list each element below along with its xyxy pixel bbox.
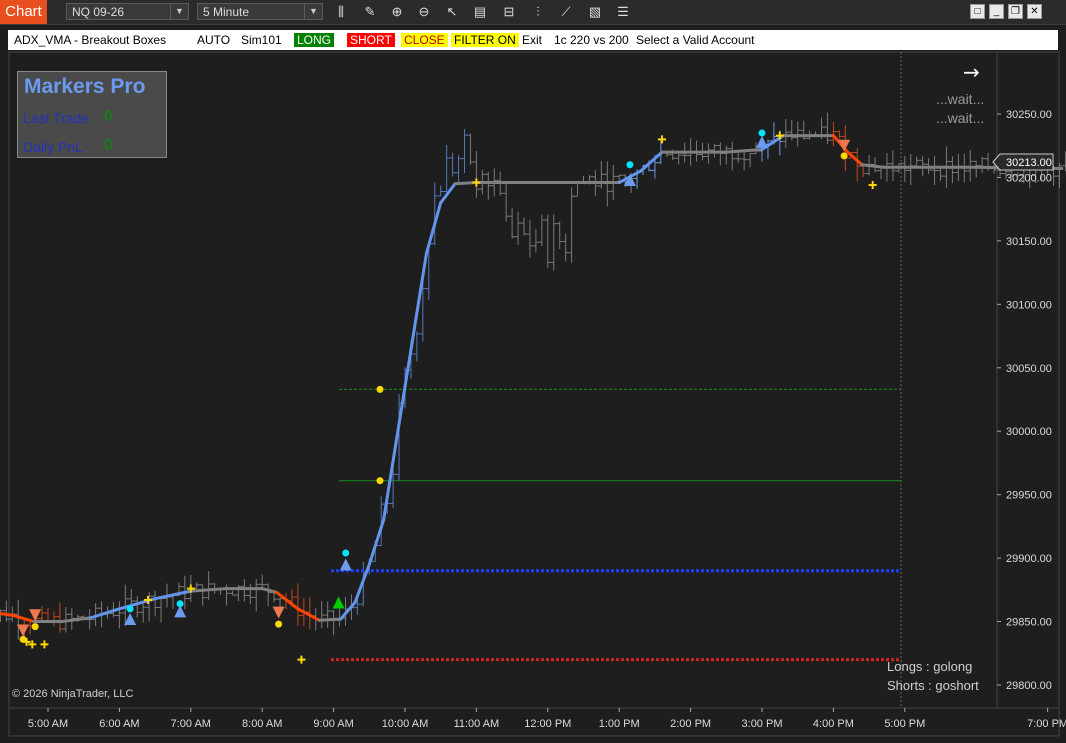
- strategy-account: Sim101: [241, 33, 282, 47]
- minimize-button[interactable]: _: [989, 4, 1004, 19]
- chart-toolbar: Chart NQ 09-26 ▼ 5 Minute ▼ ⫼ ✎ ⊕ ⊖ ↖ ▤ …: [0, 0, 1066, 25]
- current-price-flag: 30213.00: [992, 153, 1054, 171]
- account-prompt[interactable]: Select a Valid Account: [636, 33, 755, 47]
- x-tick-label: 7:00 AM: [171, 718, 211, 730]
- y-tick-label: 29900.00: [1006, 553, 1052, 565]
- chevron-down-icon[interactable]: ▼: [304, 4, 322, 19]
- arrow-right-icon[interactable]: →: [963, 60, 980, 84]
- markers-pro-panel: Markers Pro Last Trade 0 Daily PnL 0: [17, 71, 167, 158]
- shorts-label: Shorts : goshort: [887, 678, 979, 693]
- y-tick-label: 30050.00: [1006, 363, 1052, 375]
- properties-icon[interactable]: ▧: [586, 3, 604, 21]
- close-window-button[interactable]: ✕: [1027, 4, 1042, 19]
- x-tick-label: 12:00 PM: [524, 718, 571, 730]
- entry-dot: [626, 161, 634, 169]
- current-price-label: 30213.00: [1006, 157, 1052, 169]
- x-tick-label: 7:00 PM: [1027, 718, 1066, 730]
- instrument-selector[interactable]: NQ 09-26 ▼: [66, 3, 189, 20]
- entry-dot: [342, 549, 350, 557]
- x-tick-label: 3:00 PM: [742, 718, 783, 730]
- entry-dot: [31, 623, 39, 631]
- daily-pnl-label: Daily PnL: [23, 139, 83, 155]
- strategy-name: ADX_VMA - Breakout Boxes: [14, 33, 167, 47]
- chart-trader-icon[interactable]: ⊟: [500, 3, 518, 21]
- filter-button[interactable]: FILTER ON: [451, 33, 519, 47]
- chevron-down-icon[interactable]: ▼: [170, 4, 188, 19]
- y-tick-label: 29950.00: [1006, 490, 1052, 502]
- daily-pnl-value: 0: [104, 137, 113, 154]
- bar-style-icon[interactable]: ⫼: [332, 3, 350, 21]
- wait-label-2: ...wait...: [936, 110, 984, 126]
- entry-dot: [176, 600, 184, 608]
- x-tick-label: 11:00 AM: [454, 718, 500, 730]
- x-tick-label: 9:00 AM: [313, 718, 353, 730]
- entry-dot: [126, 605, 134, 613]
- close-button[interactable]: CLOSE: [401, 33, 448, 47]
- timeframe-value: 5 Minute: [203, 5, 250, 19]
- y-tick-label: 29800.00: [1006, 680, 1052, 692]
- strategies-icon[interactable]: ⟋: [557, 3, 575, 21]
- y-tick-label: 30000.00: [1006, 426, 1052, 438]
- exit-button[interactable]: Exit: [522, 33, 542, 47]
- restore-window-button[interactable]: □: [970, 4, 985, 19]
- zoom-out-icon[interactable]: ⊖: [415, 3, 433, 21]
- y-tick-label: 30100.00: [1006, 299, 1052, 311]
- templates-icon[interactable]: ☰: [614, 3, 632, 21]
- timeframe-selector[interactable]: 5 Minute ▼: [197, 3, 323, 20]
- y-tick-label: 30150.00: [1006, 236, 1052, 248]
- entry-dot: [275, 620, 283, 628]
- indicators-icon[interactable]: ⫶: [529, 3, 547, 21]
- x-tick-label: 4:00 PM: [813, 718, 854, 730]
- price-axis[interactable]: [996, 51, 1060, 709]
- longs-label: Longs : golong: [887, 659, 972, 674]
- instrument-value: NQ 09-26: [72, 5, 125, 19]
- last-trade-value: 0: [104, 108, 113, 125]
- vma-segment: [317, 617, 343, 622]
- entry-dot: [758, 129, 766, 137]
- short-button[interactable]: SHORT: [347, 33, 395, 47]
- x-tick-label: 8:00 AM: [242, 718, 282, 730]
- copyright-label: © 2026 NinjaTrader, LLC: [12, 688, 133, 700]
- entry-dot: [376, 385, 384, 393]
- x-tick-label: 10:00 AM: [382, 718, 428, 730]
- entry-dot: [376, 477, 384, 485]
- zoom-in-icon[interactable]: ⊕: [388, 3, 406, 21]
- pointer-icon[interactable]: ↖: [443, 3, 461, 21]
- x-tick-label: 6:00 AM: [99, 718, 139, 730]
- x-tick-label: 1:00 PM: [599, 718, 640, 730]
- long-button[interactable]: LONG: [294, 33, 335, 47]
- x-tick-label: 5:00 AM: [28, 718, 68, 730]
- wait-label-1: ...wait...: [936, 91, 984, 107]
- chart-tab[interactable]: Chart: [0, 0, 47, 24]
- strategy-mode[interactable]: AUTO: [197, 33, 230, 47]
- y-tick-label: 30200.00: [1006, 172, 1052, 184]
- maximize-button[interactable]: ❐: [1008, 4, 1023, 19]
- pencil-icon[interactable]: ✎: [361, 3, 379, 21]
- x-tick-label: 2:00 PM: [670, 718, 711, 730]
- condition-label: 1c 220 vs 200: [554, 33, 629, 47]
- x-tick-label: 5:00 PM: [884, 718, 925, 730]
- data-box-icon[interactable]: ▤: [471, 3, 489, 21]
- y-tick-label: 29850.00: [1006, 617, 1052, 629]
- y-tick-label: 30250.00: [1006, 109, 1052, 121]
- last-trade-label: Last Trade: [23, 110, 90, 126]
- entry-dot: [840, 152, 848, 160]
- strategy-bar: ADX_VMA - Breakout Boxes AUTO Sim101 LON…: [8, 30, 1058, 50]
- markers-title: Markers Pro: [24, 75, 146, 98]
